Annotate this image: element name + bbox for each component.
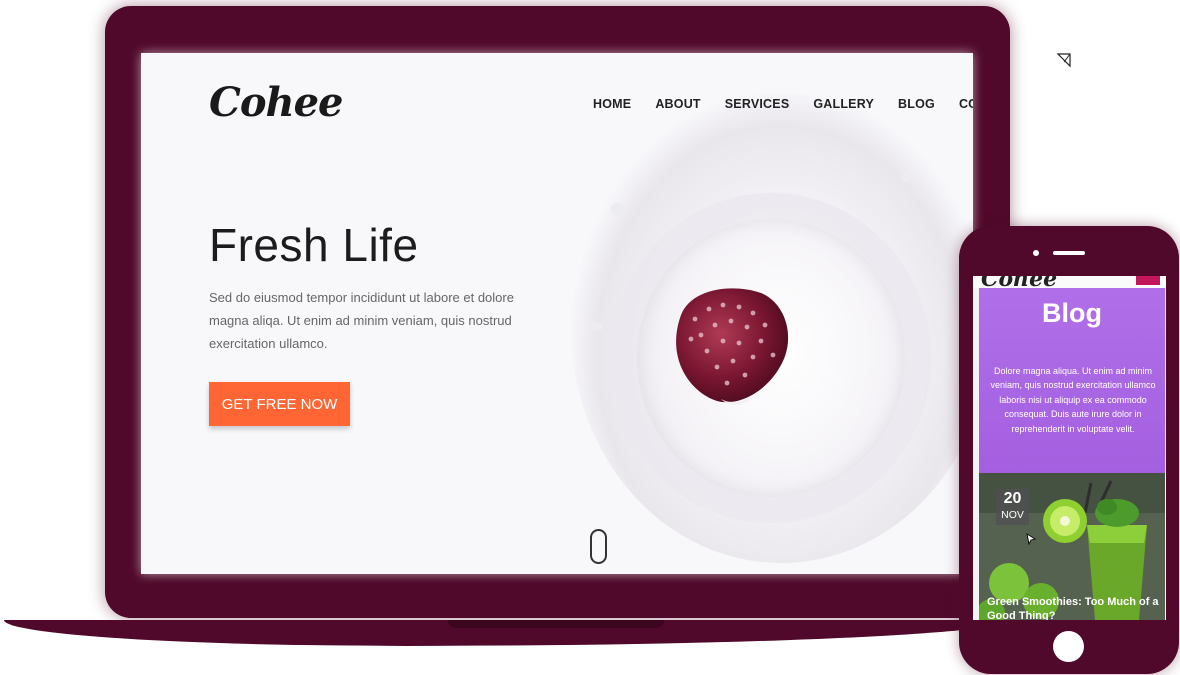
hero-description: Sed do eiusmod tempor incididunt ut labo… bbox=[209, 290, 514, 351]
post-date-month: NOV bbox=[1001, 509, 1024, 521]
post-date-badge: 20 NOV bbox=[996, 489, 1029, 525]
blog-description: Dolore magna aliqua. Ut enim ad minim ve… bbox=[990, 366, 1156, 434]
site-logo[interactable]: Cohee bbox=[209, 79, 343, 126]
get-free-now-button[interactable]: GET FREE NOW bbox=[209, 382, 350, 426]
pointer-icon bbox=[1026, 533, 1036, 545]
nav-blog[interactable]: BLOG bbox=[898, 97, 935, 111]
milk-droplet bbox=[901, 173, 910, 182]
nav-gallery[interactable]: GALLERY bbox=[813, 97, 874, 111]
phone-home-button[interactable] bbox=[1053, 631, 1084, 662]
milk-droplet bbox=[589, 323, 603, 331]
post-title[interactable]: Green Smoothies: Too Much of a Good Thin… bbox=[987, 595, 1165, 620]
phone-screen: Cohee Blog Dolore magna aliqua. Ut enim … bbox=[973, 276, 1166, 620]
main-nav: HOME ABOUT SERVICES GALLERY BLOG CONTACT bbox=[593, 97, 973, 111]
nav-home[interactable]: HOME bbox=[593, 97, 631, 111]
blog-banner: Blog Dolore magna aliqua. Ut enim ad min… bbox=[979, 288, 1165, 474]
milk-droplet bbox=[611, 203, 623, 215]
menu-icon[interactable] bbox=[1136, 276, 1160, 285]
phone-speaker bbox=[1053, 251, 1085, 255]
blog-post-card[interactable]: 20 NOV Green Smoothies: Too Much of a Go… bbox=[979, 473, 1165, 620]
nav-contact[interactable]: CONTACT bbox=[959, 97, 973, 111]
laptop-screen: Cohee HOME ABOUT SERVICES GALLERY BLOG C… bbox=[141, 53, 973, 574]
blog-title: Blog bbox=[1042, 298, 1102, 328]
nav-about[interactable]: ABOUT bbox=[655, 97, 700, 111]
mouse-scroll-icon[interactable] bbox=[590, 529, 607, 564]
strawberry-image bbox=[676, 288, 789, 405]
laptop-base-notch bbox=[448, 620, 664, 628]
mobile-header: Cohee bbox=[973, 276, 1166, 292]
cursor-icon bbox=[1056, 53, 1071, 68]
post-date-day: 20 bbox=[1003, 490, 1022, 507]
nav-services[interactable]: SERVICES bbox=[725, 97, 790, 111]
hero-title: Fresh Life bbox=[209, 219, 419, 271]
phone-camera bbox=[1033, 250, 1039, 256]
milk-droplet bbox=[931, 353, 941, 367]
